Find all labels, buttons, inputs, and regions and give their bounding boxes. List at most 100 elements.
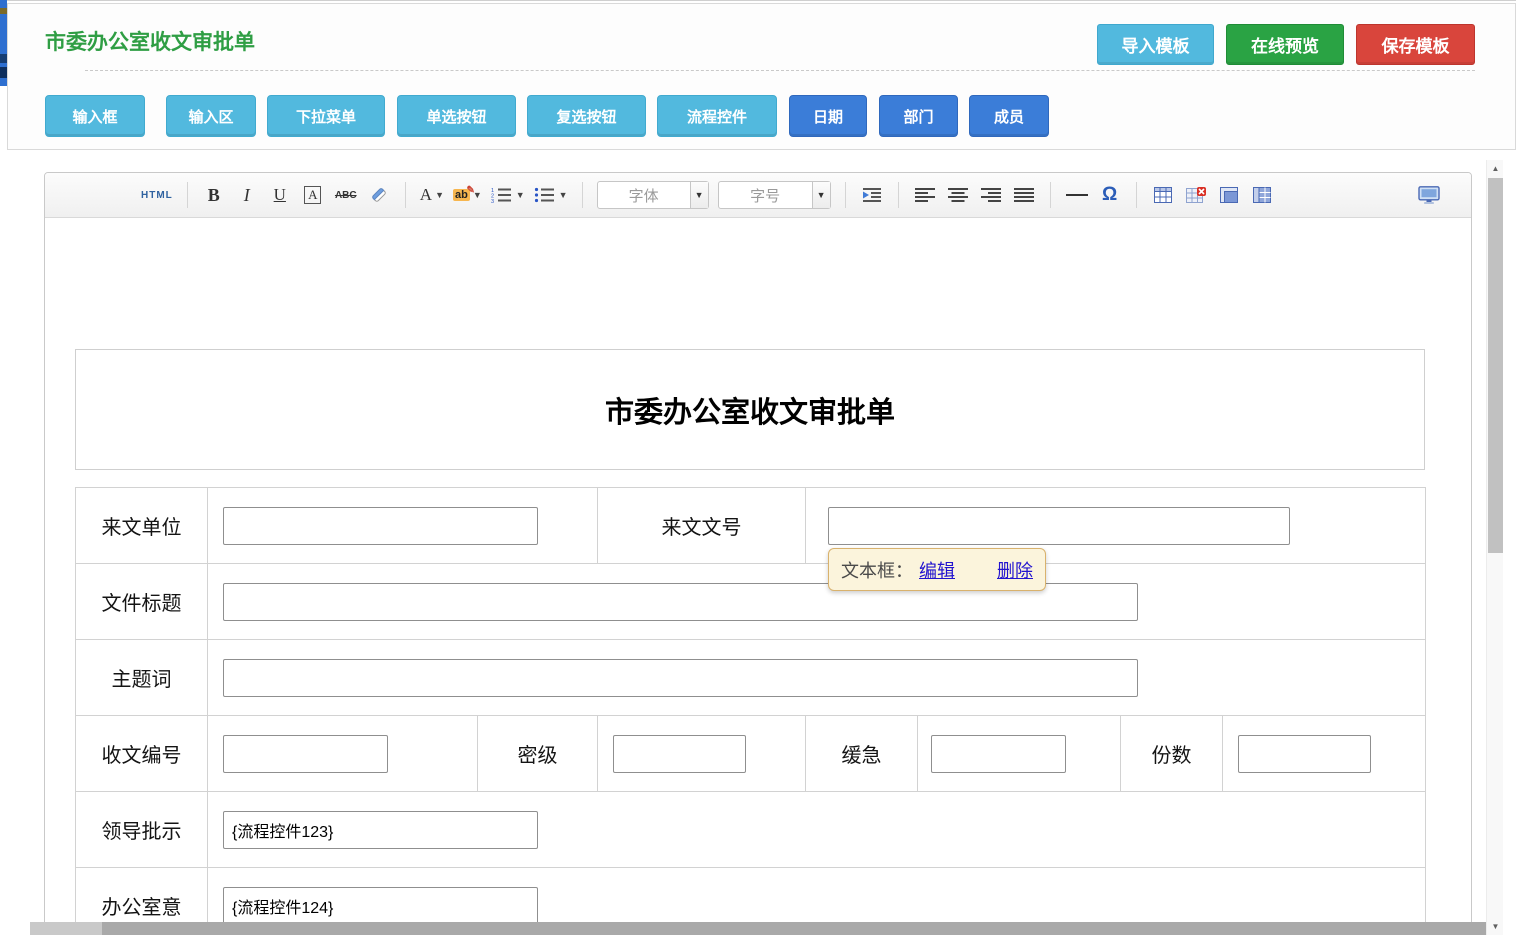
font-family-select[interactable]: 字体 ▼: [597, 181, 709, 209]
boxed-a-icon: A: [304, 186, 321, 204]
table-properties-button[interactable]: [1250, 181, 1274, 209]
stripe-mark: [0, 54, 7, 63]
chevron-down-icon[interactable]: ▼: [812, 182, 830, 208]
svg-text:3: 3: [491, 199, 494, 203]
vertical-scrollbar[interactable]: ▲ ▼: [1486, 160, 1503, 935]
label-subject-words: 主题词: [76, 640, 208, 716]
toolbar-separator: [845, 182, 846, 208]
font-color-button[interactable]: A ▼: [420, 181, 444, 209]
table-properties-icon: [1253, 187, 1271, 203]
highlight-ab-icon: ab✎: [453, 189, 470, 201]
textbox-action-tooltip: 文本框： 编辑 删除: [828, 548, 1046, 591]
align-right-icon: [981, 188, 1001, 202]
component-button-radio[interactable]: 单选按钮: [397, 95, 516, 137]
text-style-button[interactable]: A: [301, 181, 325, 209]
insert-table-icon: [1154, 187, 1172, 203]
toolbar-separator: [187, 182, 188, 208]
label-urgency: 缓急: [806, 716, 918, 792]
chevron-down-icon[interactable]: ▼: [690, 182, 708, 208]
toolbar-separator: [405, 182, 406, 208]
indent-button[interactable]: [860, 181, 884, 209]
font-size-select[interactable]: 字号 ▼: [718, 181, 831, 209]
editor-document-area[interactable]: 市委办公室收文审批单 来文单位 来文文号 文件标题 主题词 收文: [45, 218, 1471, 934]
horizontal-rule-button[interactable]: [1065, 181, 1089, 209]
chevron-down-icon: ▼: [516, 190, 525, 200]
component-button-date[interactable]: 日期: [789, 95, 867, 137]
unordered-list-button[interactable]: ▼: [534, 181, 568, 209]
component-button-department[interactable]: 部门: [879, 95, 958, 137]
special-char-button[interactable]: Ω: [1098, 181, 1122, 209]
label-document-title: 文件标题: [76, 564, 208, 640]
toolbar-separator: [1136, 182, 1137, 208]
label-leader-instructions: 领导批示: [76, 792, 208, 868]
leader-instructions-flow-input[interactable]: [223, 811, 538, 849]
align-center-button[interactable]: [946, 181, 970, 209]
font-color-a-icon: A: [420, 185, 432, 205]
component-button-member[interactable]: 成员: [969, 95, 1049, 137]
cell-properties-icon: [1220, 187, 1238, 203]
horizontal-rule-icon: [1066, 194, 1088, 196]
align-right-button[interactable]: [979, 181, 1003, 209]
stripe-mark: [0, 67, 7, 78]
component-button-flow-control[interactable]: 流程控件: [657, 95, 777, 137]
tooltip-label: 文本框：: [841, 557, 913, 583]
incoming-doc-number-input[interactable]: [828, 507, 1290, 545]
delete-table-button[interactable]: [1184, 181, 1208, 209]
align-justify-button[interactable]: [1012, 181, 1036, 209]
incoming-unit-input[interactable]: [223, 507, 538, 545]
secrecy-level-input[interactable]: [613, 735, 746, 773]
save-template-button[interactable]: 保存模板: [1356, 24, 1475, 65]
monitor-icon: [1418, 186, 1440, 204]
toolbar-separator: [1050, 182, 1051, 208]
highlight-color-button[interactable]: ab✎ ▼: [453, 181, 482, 209]
insert-table-button[interactable]: [1151, 181, 1175, 209]
import-template-button[interactable]: 导入模板: [1097, 24, 1214, 65]
font-size-placeholder: 字号: [719, 182, 812, 208]
edit-link[interactable]: 编辑: [919, 557, 955, 583]
align-left-icon: [915, 188, 935, 202]
label-incoming-unit: 来文单位: [76, 488, 208, 564]
urgency-input[interactable]: [931, 735, 1066, 773]
header-divider: [85, 70, 1475, 71]
online-preview-button[interactable]: 在线预览: [1226, 24, 1344, 65]
label-receipt-number: 收文编号: [76, 716, 208, 792]
font-family-placeholder: 字体: [598, 182, 690, 208]
label-secrecy-level: 密级: [478, 716, 598, 792]
component-button-input-area[interactable]: 输入区: [166, 95, 256, 137]
table-row: 领导批示: [76, 792, 1426, 868]
form-table: 来文单位 来文文号 文件标题 主题词 收文编号 密级 缓急 份数: [75, 487, 1426, 935]
align-left-button[interactable]: [913, 181, 937, 209]
scroll-down-arrow-icon[interactable]: ▼: [1487, 918, 1504, 935]
label-copies-count: 份数: [1121, 716, 1223, 792]
delete-link[interactable]: 删除: [997, 557, 1033, 583]
receipt-number-input[interactable]: [223, 735, 388, 773]
html-source-button[interactable]: HTML: [141, 181, 173, 209]
unordered-list-icon: [534, 187, 556, 203]
copies-count-input[interactable]: [1238, 735, 1371, 773]
component-button-checkbox[interactable]: 复选按钮: [527, 95, 646, 137]
table-row: 主题词: [76, 640, 1426, 716]
label-incoming-doc-number: 来文文号: [598, 488, 806, 564]
table-row: 文件标题: [76, 564, 1426, 640]
indent-icon: [862, 187, 882, 203]
component-button-input-box[interactable]: 输入框: [45, 95, 145, 137]
fullscreen-button[interactable]: [1417, 181, 1441, 209]
window-top-edge: [0, 0, 1516, 1]
strikethrough-button[interactable]: ABC: [334, 181, 358, 209]
component-button-dropdown-menu[interactable]: 下拉菜单: [267, 95, 385, 137]
bold-button[interactable]: B: [202, 181, 226, 209]
scroll-up-arrow-icon[interactable]: ▲: [1487, 160, 1504, 177]
italic-button[interactable]: I: [235, 181, 259, 209]
ordered-list-button[interactable]: 1 2 3 ▼: [491, 181, 525, 209]
stripe-mark: [0, 8, 7, 14]
remove-format-button[interactable]: [367, 181, 391, 209]
subject-words-input[interactable]: [223, 659, 1138, 697]
cell-properties-button[interactable]: [1217, 181, 1241, 209]
office-opinion-flow-input[interactable]: [223, 887, 538, 925]
header-panel: 市委办公室收文审批单 导入模板 在线预览 保存模板 输入框 输入区 下拉菜单 单…: [7, 3, 1516, 150]
underline-button[interactable]: U: [268, 181, 292, 209]
chevron-down-icon: ▼: [435, 190, 444, 200]
scrollbar-thumb[interactable]: [1488, 178, 1503, 553]
eraser-icon: [369, 185, 389, 205]
delete-table-icon: [1186, 187, 1206, 203]
